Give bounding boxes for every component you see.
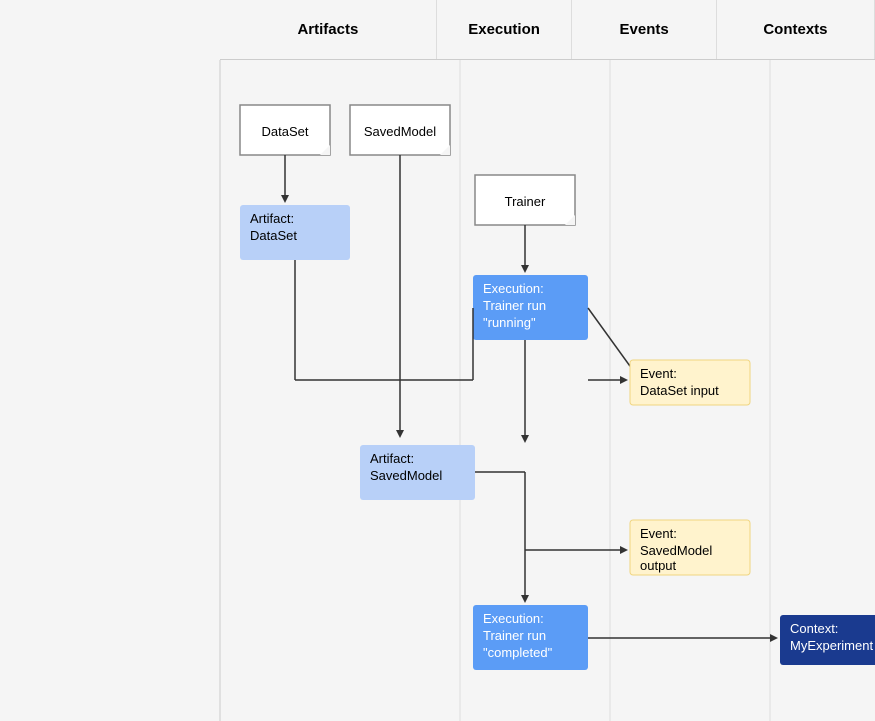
svg-text:SavedModel: SavedModel [364,124,436,139]
svg-text:Execution:: Execution: [483,611,544,626]
svg-text:DataSet: DataSet [250,228,297,243]
svg-text:Artifact:: Artifact: [250,211,294,226]
svg-text:"completed": "completed" [483,645,553,660]
svg-text:DataSet input: DataSet input [640,383,719,398]
svg-text:DataSet: DataSet [262,124,309,139]
svg-text:Context:: Context: [790,621,838,636]
svg-text:MyExperiment: MyExperiment [790,638,873,653]
svg-text:Execution:: Execution: [483,281,544,296]
columns-header: Artifacts Execution Events Contexts [220,0,875,60]
col-header-execution: Execution [437,0,573,59]
svg-text:Trainer run: Trainer run [483,298,546,313]
svg-text:"running": "running" [483,315,536,330]
col-header-contexts: Contexts [717,0,875,59]
svg-text:Trainer run: Trainer run [483,628,546,643]
diagram-container: Artifacts Execution Events Contexts Data… [0,0,875,721]
svg-text:Event:: Event: [640,366,677,381]
svg-text:Artifact:: Artifact: [370,451,414,466]
svg-text:SavedModel: SavedModel [640,543,712,558]
diagram-svg: DataSet SavedModel Artifact: DataSet Tra… [220,60,875,721]
svg-text:Event:: Event: [640,526,677,541]
svg-text:SavedModel: SavedModel [370,468,442,483]
svg-text:output: output [640,558,677,573]
col-header-artifacts: Artifacts [220,0,437,59]
svg-text:Trainer: Trainer [505,194,546,209]
col-header-events: Events [572,0,717,59]
